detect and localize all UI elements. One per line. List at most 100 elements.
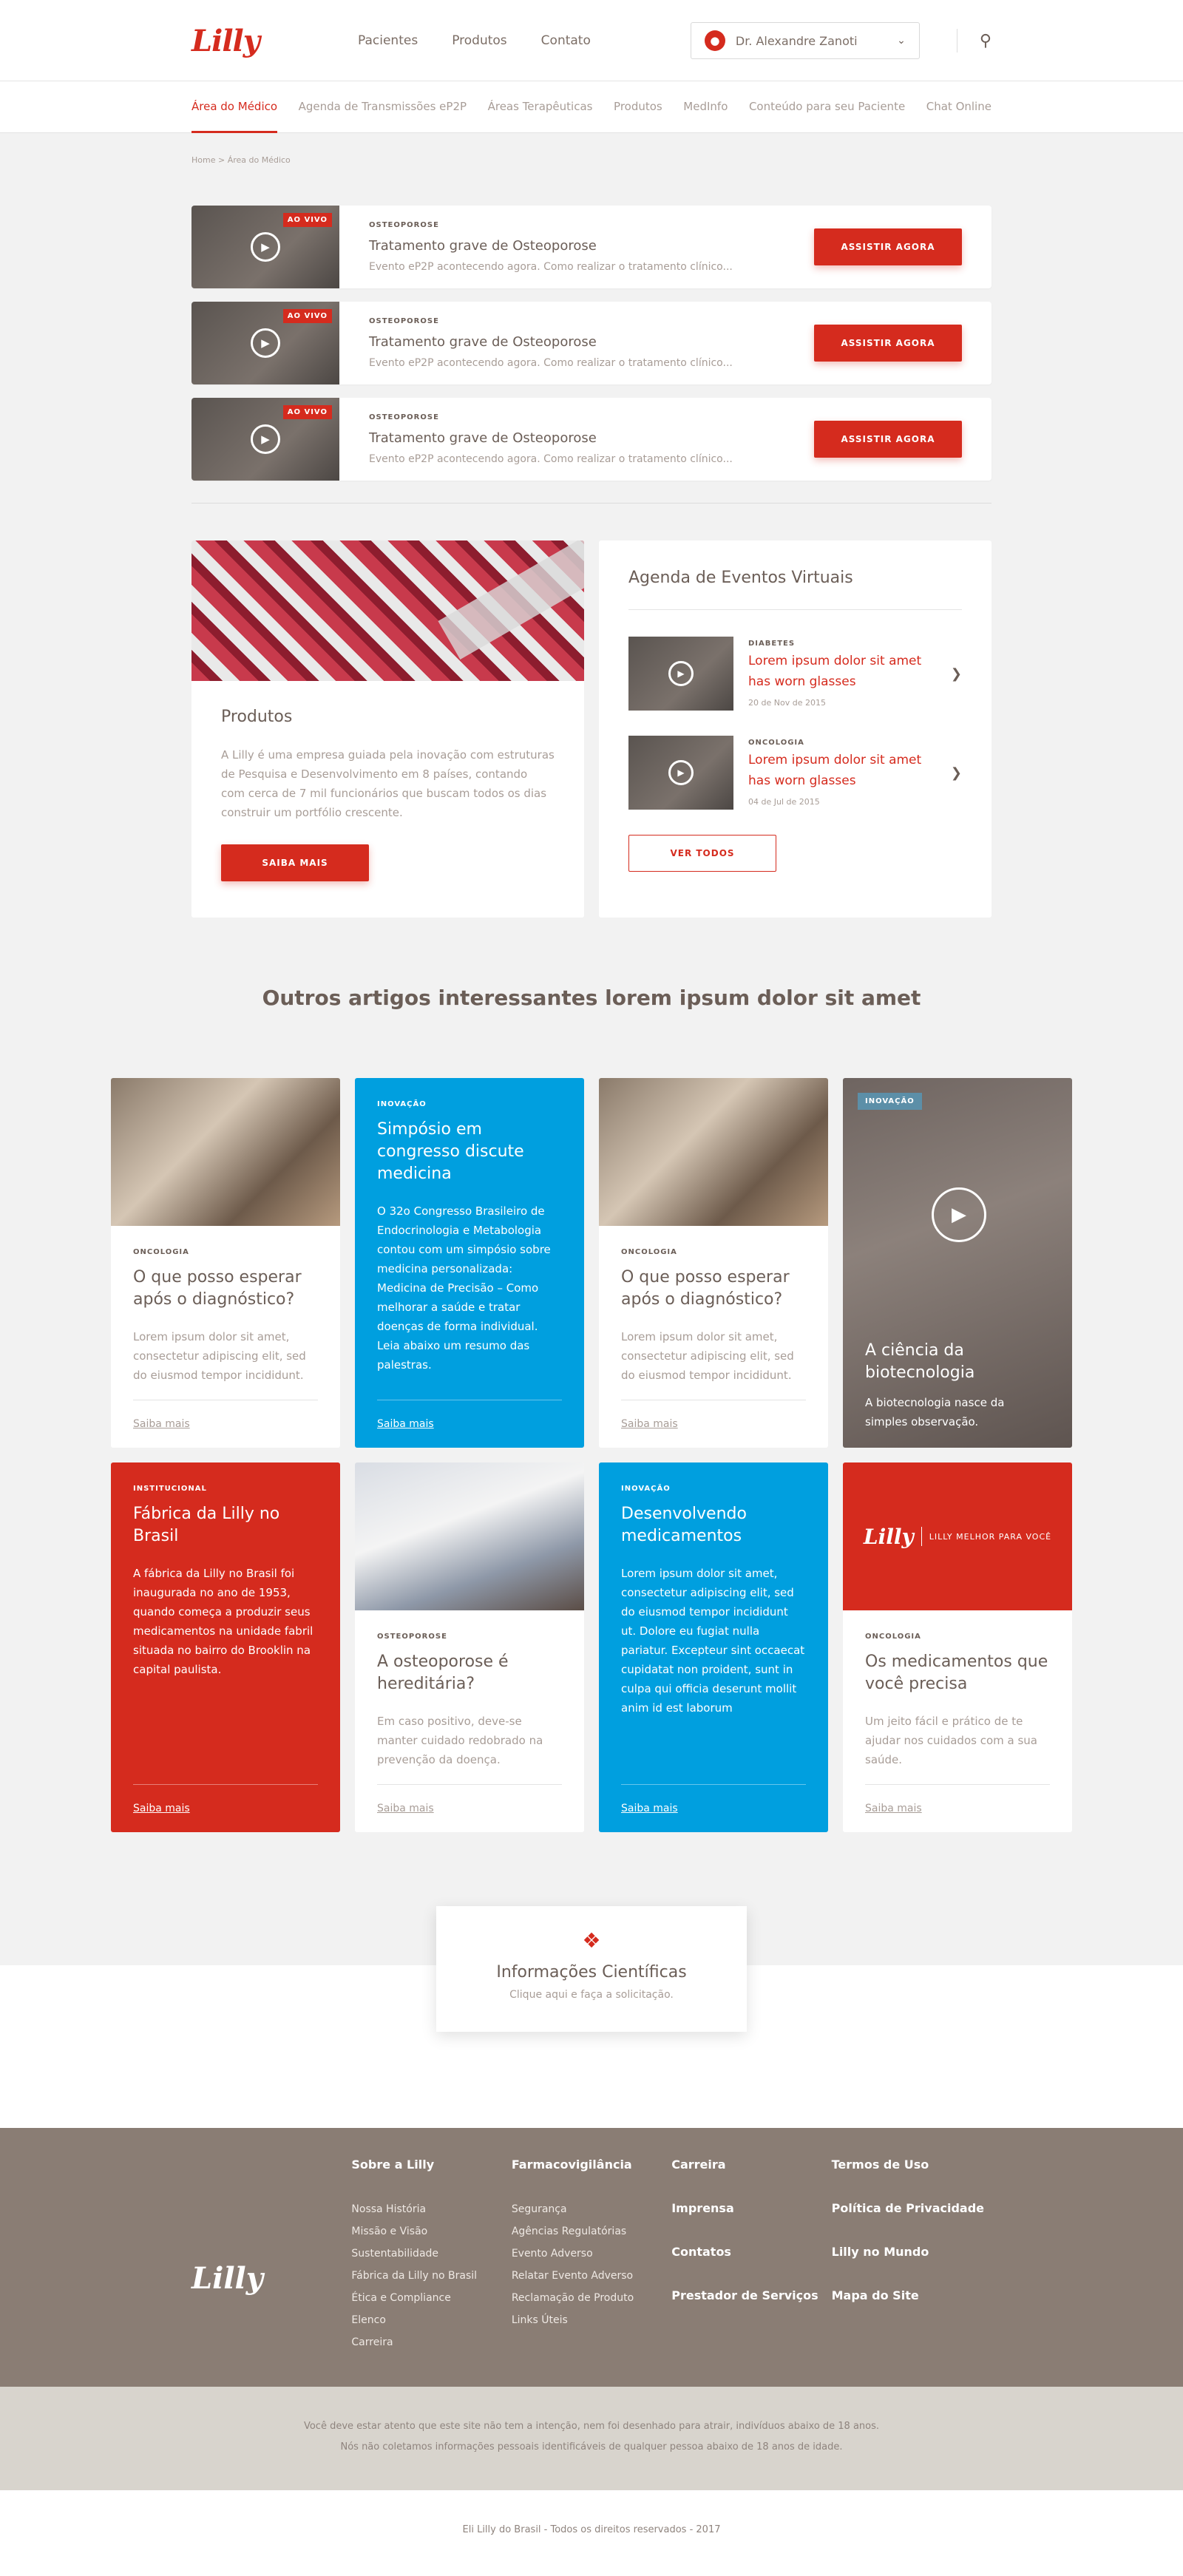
article-card[interactable]: OSTEOPOROSE A osteoporose é hereditária?… — [355, 1462, 584, 1832]
scientific-info-card[interactable]: ❖ Informações Científicas Clique aqui e … — [436, 1906, 747, 2032]
footer-heading[interactable]: Termos de Uso — [832, 2158, 992, 2172]
article-card[interactable]: ONCOLOGIA O que posso esperar após o dia… — [599, 1078, 828, 1448]
footer-heading[interactable]: Prestador de Serviços — [671, 2288, 831, 2302]
play-icon[interactable]: ▶ — [932, 1187, 986, 1242]
article-title[interactable]: Simpósio em congresso discute medicina — [377, 1119, 562, 1185]
event-title[interactable]: Lorem ipsum dolor sit amet has worn glas… — [748, 750, 926, 791]
play-icon[interactable]: ▶ — [668, 760, 694, 785]
saiba-mais-link[interactable]: Saiba mais — [621, 1400, 806, 1430]
footer-link[interactable]: Links Úteis — [512, 2309, 671, 2331]
footer-link[interactable]: Segurança — [512, 2198, 671, 2220]
article-text: Lorem ipsum dolor sit amet, consectetur … — [133, 1330, 306, 1382]
video-thumbnail[interactable]: ▶ AO VIVO — [191, 398, 339, 481]
article-title[interactable]: Desenvolvendo medicamentos — [621, 1503, 806, 1548]
article-category-tag: INOVAÇÃO — [858, 1093, 922, 1110]
info-zone: ❖ Informações Científicas Clique aqui e … — [0, 1906, 1183, 2128]
breadcrumb[interactable]: Home > Área do Médico — [191, 133, 992, 206]
watch-now-button[interactable]: ASSISTIR AGORA — [814, 421, 962, 458]
event-item[interactable]: ▶ DIABETES Lorem ipsum dolor sit amet ha… — [628, 637, 962, 711]
footer-link[interactable]: Carreira — [351, 2331, 511, 2353]
tab-area-do-medico[interactable]: Área do Médico — [191, 81, 278, 133]
footer-heading[interactable]: Farmacovigilância — [512, 2158, 671, 2172]
saiba-mais-link[interactable]: Saiba mais — [865, 1784, 1050, 1814]
footer-link[interactable]: Reclamação de Produto — [512, 2287, 671, 2309]
nav-produtos[interactable]: Produtos — [452, 33, 506, 48]
article-card[interactable]: INOVAÇÃO Simpósio em congresso discute m… — [355, 1078, 584, 1448]
saiba-mais-button[interactable]: SAIBA MAIS — [221, 844, 369, 881]
live-title[interactable]: Tratamento grave de Osteoporose — [369, 334, 814, 350]
article-category: ONCOLOGIA — [865, 1633, 921, 1641]
event-title[interactable]: Lorem ipsum dolor sit amet has worn glas… — [748, 651, 926, 692]
footer-col-farmacovigilancia: Farmacovigilância Segurança Agências Reg… — [512, 2158, 671, 2353]
user-menu[interactable]: ● Dr. Alexandre Zanoti ⌄ — [690, 22, 920, 59]
article-card[interactable]: INSTITUCIONAL Fábrica da Lilly no Brasil… — [111, 1462, 340, 1832]
video-thumbnail[interactable]: ▶ AO VIVO — [191, 206, 339, 288]
footer-heading[interactable]: Carreira — [671, 2158, 831, 2172]
article-title[interactable]: Fábrica da Lilly no Brasil — [133, 1503, 318, 1548]
footer-link[interactable]: Missão e Visão — [351, 2220, 511, 2243]
search-icon[interactable]: ⚲ — [980, 32, 992, 50]
footer-heading[interactable]: Contatos — [671, 2245, 831, 2259]
saiba-mais-link[interactable]: Saiba mais — [377, 1400, 562, 1430]
vials-image — [191, 540, 584, 681]
video-article-card[interactable]: INOVAÇÃO ▶ A ciência da biotecnologia A … — [843, 1078, 1072, 1448]
video-thumbnail[interactable]: ▶ AO VIVO — [191, 302, 339, 384]
play-icon[interactable]: ▶ — [251, 232, 280, 262]
live-description: Evento eP2P acontecendo agora. Como real… — [369, 261, 733, 273]
video-thumbnail[interactable]: ▶ — [628, 637, 733, 711]
saiba-mais-link[interactable]: Saiba mais — [133, 1784, 318, 1814]
footer-link[interactable]: Evento Adverso — [512, 2243, 671, 2265]
footer-link[interactable]: Sustentabilidade — [351, 2243, 511, 2265]
footer-heading[interactable]: Política de Privacidade — [832, 2201, 992, 2215]
nav-contato[interactable]: Contato — [541, 33, 591, 48]
article-title[interactable]: Os medicamentos que você precisa — [865, 1651, 1050, 1695]
footer-link[interactable]: Nossa História — [351, 2198, 511, 2220]
article-text: Lorem ipsum dolor sit amet, consectetur … — [621, 1330, 794, 1382]
article-card[interactable]: Lilly LILLY MELHOR PARA VOCÊ ONCOLOGIA O… — [843, 1462, 1072, 1832]
play-icon[interactable]: ▶ — [251, 328, 280, 358]
article-title[interactable]: O que posso esperar após o diagnóstico? — [133, 1267, 318, 1311]
footer-link[interactable]: Agências Regulatórias — [512, 2220, 671, 2243]
footer-link[interactable]: Fábrica da Lilly no Brasil — [351, 2265, 511, 2287]
chevron-right-icon[interactable]: ❯ — [951, 666, 962, 682]
nav-pacientes[interactable]: Pacientes — [358, 33, 418, 48]
tab-chat-online[interactable]: Chat Online — [926, 81, 992, 133]
footer-lilly-logo[interactable]: Lilly — [191, 2158, 351, 2353]
footer-heading[interactable]: Imprensa — [671, 2201, 831, 2215]
tab-medinfo[interactable]: MedInfo — [683, 81, 728, 133]
tab-agenda-transmissoes[interactable]: Agenda de Transmissões eP2P — [299, 81, 467, 133]
article-title[interactable]: O que posso esperar após o diagnóstico? — [621, 1267, 806, 1311]
live-item[interactable]: ▶ AO VIVO OSTEOPOROSE Tratamento grave d… — [191, 206, 992, 288]
live-title[interactable]: Tratamento grave de Osteoporose — [369, 238, 814, 254]
article-card[interactable]: ONCOLOGIA O que posso esperar após o dia… — [111, 1078, 340, 1448]
watch-now-button[interactable]: ASSISTIR AGORA — [814, 228, 962, 265]
live-item[interactable]: ▶ AO VIVO OSTEOPOROSE Tratamento grave d… — [191, 302, 992, 384]
event-item[interactable]: ▶ ONCOLOGIA Lorem ipsum dolor sit amet h… — [628, 736, 962, 810]
chevron-right-icon[interactable]: ❯ — [951, 765, 962, 781]
event-category: ONCOLOGIA — [748, 739, 804, 747]
article-title[interactable]: A ciência da biotecnologia — [865, 1340, 1050, 1384]
footer-link[interactable]: Ética e Compliance — [351, 2287, 511, 2309]
play-icon[interactable]: ▶ — [251, 424, 280, 454]
footer-link[interactable]: Relatar Evento Adverso — [512, 2265, 671, 2287]
saiba-mais-link[interactable]: Saiba mais — [133, 1400, 318, 1430]
article-title[interactable]: A osteoporose é hereditária? — [377, 1651, 562, 1695]
lilly-logo[interactable]: Lilly — [191, 24, 358, 58]
video-thumbnail[interactable]: ▶ — [628, 736, 733, 810]
ver-todos-button[interactable]: VER TODOS — [628, 835, 776, 872]
tab-produtos[interactable]: Produtos — [614, 81, 662, 133]
saiba-mais-link[interactable]: Saiba mais — [377, 1784, 562, 1814]
watch-now-button[interactable]: ASSISTIR AGORA — [814, 325, 962, 362]
saiba-mais-link[interactable]: Saiba mais — [621, 1784, 806, 1814]
tab-areas-terapeuticas[interactable]: Áreas Terapêuticas — [488, 81, 593, 133]
footer-heading[interactable]: Mapa do Site — [832, 2288, 992, 2302]
tab-conteudo-paciente[interactable]: Conteúdo para seu Paciente — [749, 81, 905, 133]
play-icon[interactable]: ▶ — [668, 661, 694, 686]
live-title[interactable]: Tratamento grave de Osteoporose — [369, 430, 814, 446]
live-item[interactable]: ▶ AO VIVO OSTEOPOROSE Tratamento grave d… — [191, 398, 992, 481]
footer-heading[interactable]: Lilly no Mundo — [832, 2245, 992, 2259]
main-content: Home > Área do Médico ▶ AO VIVO OSTEOPOR… — [191, 133, 992, 918]
footer-link[interactable]: Elenco — [351, 2309, 511, 2331]
article-card[interactable]: INOVAÇÃO Desenvolvendo medicamentos Lore… — [599, 1462, 828, 1832]
footer-heading[interactable]: Sobre a Lilly — [351, 2158, 511, 2172]
